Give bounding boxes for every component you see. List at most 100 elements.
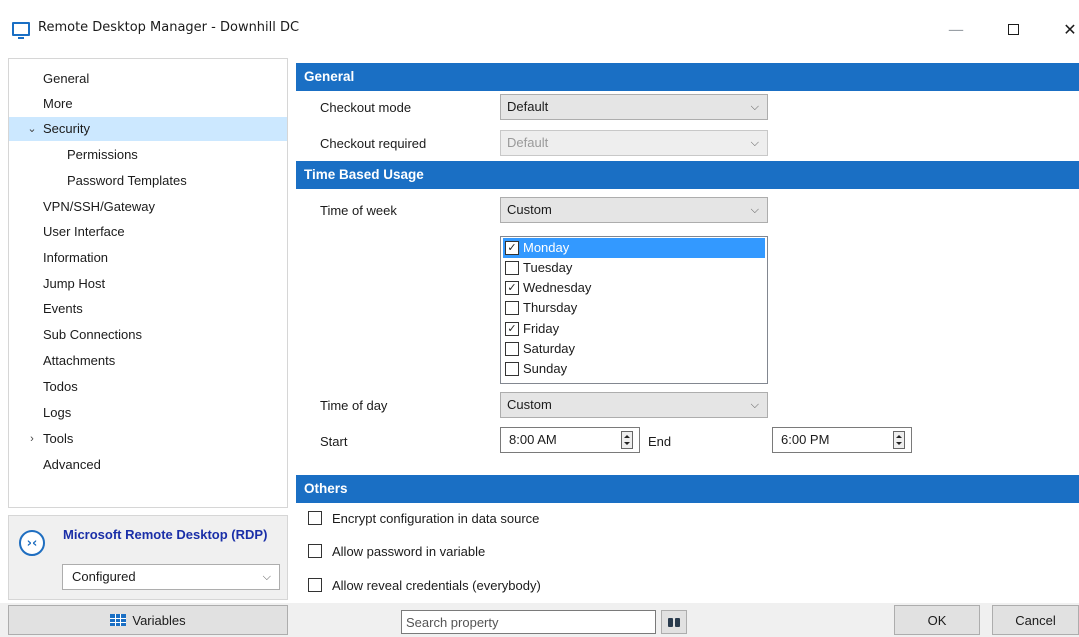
- entry-type-panel: ›‹ Microsoft Remote Desktop (RDP) Config…: [8, 515, 288, 600]
- entry-status-select[interactable]: Configured ⌵: [62, 564, 280, 590]
- nav-item-user-interface[interactable]: User Interface: [9, 220, 287, 244]
- day-label: Wednesday: [523, 280, 592, 295]
- end-time-value: 6:00 PM: [781, 432, 830, 447]
- nav-item-label: User Interface: [43, 224, 125, 239]
- nav-item-vpn-ssh-gateway[interactable]: VPN/SSH/Gateway: [9, 195, 287, 219]
- search-property-input[interactable]: [401, 610, 656, 634]
- checkout-required-label: Checkout required: [320, 136, 427, 151]
- maximize-icon: [1007, 23, 1019, 35]
- nav-item-advanced[interactable]: Advanced: [9, 453, 287, 477]
- nav-item-label: VPN/SSH/Gateway: [43, 199, 155, 214]
- minimize-button[interactable]: —: [933, 10, 979, 48]
- nav-item-attachments[interactable]: Attachments: [9, 349, 287, 373]
- title-bar: Remote Desktop Manager - Downhill DC — ✕: [0, 0, 1079, 58]
- nav-item-information[interactable]: Information: [9, 246, 287, 270]
- time-of-week-select[interactable]: Custom ⌵: [500, 197, 768, 223]
- variables-button[interactable]: Variables: [8, 605, 288, 635]
- entry-type-name: Microsoft Remote Desktop (RDP): [63, 527, 268, 542]
- encrypt-configuration-checkbox[interactable]: [308, 511, 322, 525]
- checkbox-thursday[interactable]: [505, 301, 519, 315]
- nav-item-permissions[interactable]: Permissions: [9, 143, 287, 167]
- close-button[interactable]: ✕: [1047, 10, 1079, 48]
- nav-item-jump-host[interactable]: Jump Host: [9, 272, 287, 296]
- settings-nav-tree: General More ⌄ Security Permissions Pass…: [8, 58, 288, 508]
- checkout-mode-select[interactable]: Default ⌵: [500, 94, 768, 120]
- checkout-mode-value: Default: [507, 99, 549, 114]
- nav-item-sub-connections[interactable]: Sub Connections: [9, 323, 287, 347]
- nav-item-label: Sub Connections: [43, 327, 143, 342]
- section-header-general: General: [296, 63, 1079, 91]
- chevron-down-icon: ⌵: [750, 101, 759, 113]
- nav-item-label: Tools: [43, 431, 74, 446]
- encrypt-configuration-option[interactable]: Encrypt configuration in data source: [308, 510, 539, 528]
- day-label: Monday: [523, 240, 570, 255]
- option-label: Allow reveal credentials (everybody): [332, 578, 541, 593]
- end-label: End: [648, 434, 672, 449]
- nav-item-label: More: [43, 96, 73, 111]
- list-item-friday[interactable]: ✓ Friday: [503, 319, 765, 339]
- allow-reveal-credentials-option[interactable]: Allow reveal credentials (everybody): [308, 577, 541, 595]
- days-checklist: ✓ Monday Tuesday ✓ Wednesday Thursday ✓ …: [500, 236, 768, 384]
- allow-password-in-variable-checkbox[interactable]: [308, 544, 322, 558]
- variables-label: Variables: [132, 612, 186, 628]
- checkbox-friday[interactable]: ✓: [505, 322, 519, 336]
- chevron-down-icon: ⌵: [750, 399, 759, 411]
- checkbox-wednesday[interactable]: ✓: [505, 281, 519, 295]
- chevron-down-icon: ⌵: [750, 137, 759, 149]
- rdp-icon: ›‹: [19, 530, 45, 556]
- time-of-week-label: Time of week: [320, 203, 397, 218]
- end-time-input[interactable]: 6:00 PM: [772, 427, 912, 453]
- time-of-day-select[interactable]: Custom ⌵: [500, 392, 768, 418]
- nav-item-events[interactable]: Events: [9, 297, 287, 321]
- list-item-thursday[interactable]: Thursday: [503, 298, 765, 318]
- nav-item-security[interactable]: ⌄ Security: [9, 117, 287, 141]
- nav-item-label: Todos: [43, 379, 78, 394]
- list-item-sunday[interactable]: Sunday: [503, 359, 765, 379]
- list-item-wednesday[interactable]: ✓ Wednesday: [503, 278, 765, 298]
- nav-item-label: Advanced: [43, 457, 101, 472]
- cancel-button[interactable]: Cancel: [992, 605, 1079, 635]
- nav-item-label: Permissions: [67, 147, 138, 162]
- app-monitor-icon: [12, 22, 30, 39]
- spinner-icon[interactable]: [621, 431, 633, 449]
- day-label: Tuesday: [523, 260, 573, 275]
- maximize-button[interactable]: [990, 10, 1036, 48]
- nav-item-todos[interactable]: Todos: [9, 375, 287, 399]
- table-grid-icon: [110, 614, 127, 626]
- entry-status-value: Configured: [72, 569, 136, 584]
- nav-item-password-templates[interactable]: Password Templates: [9, 169, 287, 193]
- chevron-down-icon: ⌵: [750, 204, 759, 216]
- time-of-day-value: Custom: [507, 397, 552, 412]
- spinner-icon[interactable]: [893, 431, 905, 449]
- list-item-tuesday[interactable]: Tuesday: [503, 258, 765, 278]
- chevron-down-icon[interactable]: ⌄: [25, 117, 39, 141]
- ok-button[interactable]: OK: [894, 605, 980, 635]
- nav-item-label: Events: [43, 301, 83, 316]
- nav-item-logs[interactable]: Logs: [9, 401, 287, 425]
- list-item-saturday[interactable]: Saturday: [503, 339, 765, 359]
- start-label: Start: [320, 434, 348, 449]
- checkout-required-value: Default: [507, 135, 549, 150]
- nav-item-general[interactable]: General: [9, 67, 287, 91]
- list-item-monday[interactable]: ✓ Monday: [503, 238, 765, 258]
- nav-item-label: General: [43, 71, 90, 86]
- checkbox-tuesday[interactable]: [505, 261, 519, 275]
- checkbox-saturday[interactable]: [505, 342, 519, 356]
- time-of-day-label: Time of day: [320, 398, 388, 413]
- binoculars-search-icon[interactable]: [661, 610, 687, 634]
- day-label: Friday: [523, 321, 560, 336]
- nav-item-label: Information: [43, 250, 109, 265]
- start-time-input[interactable]: 8:00 AM: [500, 427, 640, 453]
- nav-item-tools[interactable]: › Tools: [9, 427, 287, 451]
- chevron-down-icon: ⌵: [262, 571, 271, 583]
- day-label: Sunday: [523, 361, 568, 376]
- nav-item-label: Attachments: [43, 353, 116, 368]
- checkout-mode-label: Checkout mode: [320, 100, 412, 115]
- allow-password-in-variable-option[interactable]: Allow password in variable: [308, 543, 485, 561]
- chevron-right-icon[interactable]: ›: [25, 427, 39, 451]
- option-label: Encrypt configuration in data source: [332, 511, 540, 526]
- nav-item-more[interactable]: More: [9, 92, 287, 116]
- allow-reveal-credentials-checkbox[interactable]: [308, 578, 322, 592]
- checkbox-sunday[interactable]: [505, 362, 519, 376]
- checkbox-monday[interactable]: ✓: [505, 241, 519, 255]
